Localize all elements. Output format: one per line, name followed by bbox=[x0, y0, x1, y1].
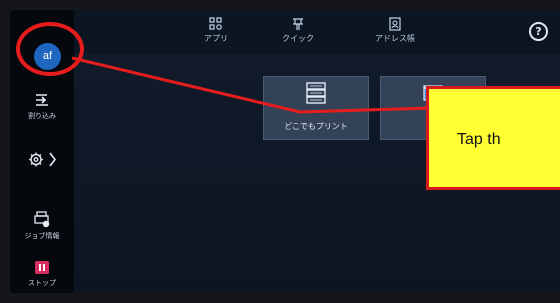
tab-apps-label: アプリ bbox=[204, 34, 228, 43]
tab-address-book-label: アドレス帳 bbox=[375, 34, 415, 43]
tab-quick[interactable]: クイック bbox=[263, 17, 333, 44]
instruction-text: Tap th bbox=[457, 131, 501, 148]
stop-button[interactable]: ストップ bbox=[18, 261, 66, 288]
top-bar: アプリ クイック アドレス帳 ? bbox=[74, 10, 560, 54]
help-icon[interactable]: ? bbox=[529, 22, 548, 41]
stop-icon bbox=[35, 261, 49, 274]
job-info-button[interactable]: ジョブ情報 bbox=[18, 210, 66, 241]
job-info-icon bbox=[34, 211, 50, 228]
instruction-callout: Tap th bbox=[426, 86, 560, 190]
address-book-icon bbox=[389, 17, 401, 31]
tab-apps[interactable]: アプリ bbox=[181, 17, 251, 44]
tab-address-book[interactable]: アドレス帳 bbox=[360, 17, 430, 44]
interrupt-button[interactable]: 割り込み bbox=[18, 92, 66, 121]
apps-grid-icon bbox=[209, 17, 222, 30]
tile-print-anywhere-label: どこでもプリント bbox=[284, 122, 348, 131]
avatar-highlight-ring bbox=[16, 22, 84, 76]
gear-icon bbox=[29, 152, 57, 167]
settings-button[interactable] bbox=[18, 151, 66, 171]
tab-quick-label: クイック bbox=[282, 34, 314, 43]
quick-print-icon bbox=[293, 18, 303, 30]
stop-label: ストップ bbox=[28, 279, 56, 287]
job-info-label: ジョブ情報 bbox=[24, 232, 60, 240]
interrupt-label: 割り込み bbox=[28, 112, 56, 120]
interrupt-icon bbox=[36, 94, 48, 106]
tile-print-anywhere[interactable]: どこでもプリント bbox=[263, 76, 369, 140]
server-icon bbox=[306, 82, 326, 104]
